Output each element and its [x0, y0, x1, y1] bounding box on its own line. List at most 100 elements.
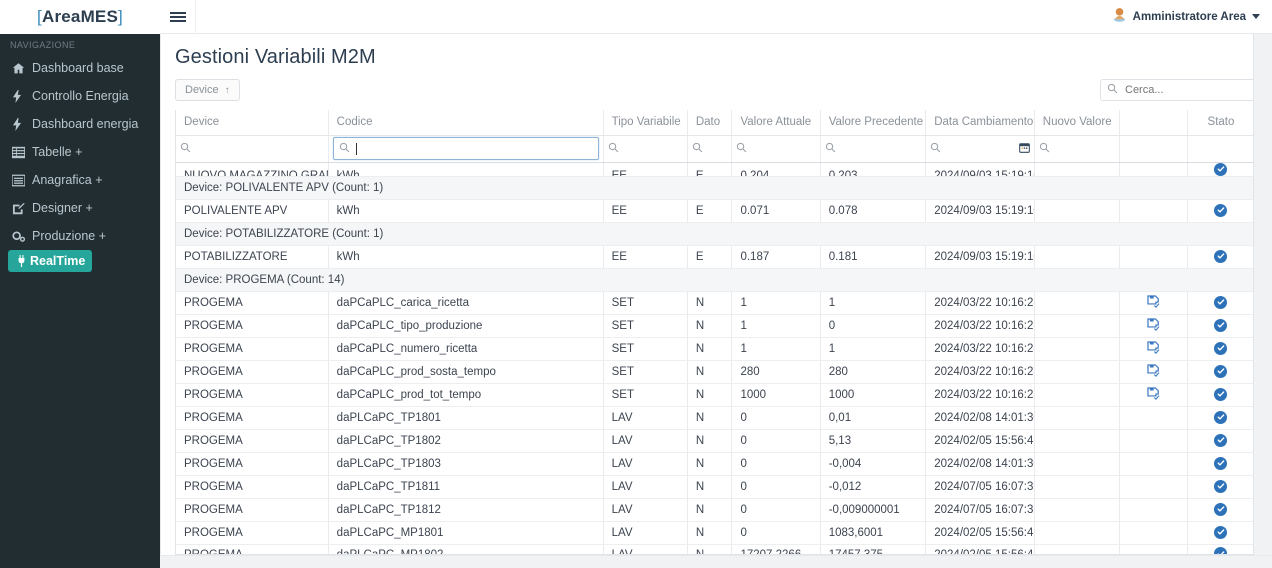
codice-cell: daPCaPLC_prod_sosta_tempo	[328, 360, 604, 384]
user-menu[interactable]: Amministratore Area	[1112, 7, 1272, 27]
stato-cell[interactable]	[1187, 521, 1253, 545]
filter-cell-nuovo-valore[interactable]	[1034, 135, 1121, 163]
column-header-valore-attuale[interactable]: Valore Attuale	[731, 110, 821, 136]
action-cell[interactable]	[1119, 544, 1188, 554]
table-row[interactable]: PROGEMA daPCaPLC_prod_tot_tempo SET N 1000 10…	[176, 383, 1253, 407]
action-cell[interactable]	[1119, 475, 1188, 499]
table-row[interactable]: PROGEMA daPLCaPC_TP1812 LAV N 0 -0,009000001 2…	[176, 498, 1253, 522]
table-row[interactable]: POLIVALENTE APV kWh EE E 0.071 0.078 2024/09/0…	[176, 199, 1253, 223]
stato-cell[interactable]	[1187, 314, 1253, 338]
valore-precedente-cell: -0,009000001	[820, 498, 927, 522]
sidebar-item-dashboard-energia[interactable]: Dashboard energia	[0, 110, 160, 138]
nuovo-valore-cell	[1034, 521, 1121, 545]
dato-cell: N	[687, 383, 733, 407]
action-cell[interactable]	[1119, 162, 1188, 177]
column-header-data-cambiamento[interactable]: Data Cambiamento	[925, 110, 1035, 136]
stato-cell[interactable]	[1187, 544, 1253, 554]
nuovo-valore-cell	[1034, 406, 1121, 430]
stato-cell[interactable]	[1187, 245, 1253, 269]
brand-logo[interactable]: [AreaMES]	[0, 0, 160, 34]
group-header-row[interactable]: Device: POLIVALENTE APV (Count: 1)	[176, 176, 1253, 200]
stato-cell[interactable]	[1187, 337, 1253, 361]
filter-cell-codice[interactable]	[328, 135, 604, 163]
column-header-stato[interactable]: Stato	[1187, 110, 1253, 136]
search-icon	[608, 142, 619, 156]
nuovo-valore-cell	[1034, 291, 1121, 315]
device-cell: PROGEMA	[176, 337, 329, 361]
action-cell[interactable]	[1119, 291, 1188, 315]
table-row[interactable]: PROGEMA daPLCaPC_TP1803 LAV N 0 -0,004 2024/02…	[176, 452, 1253, 476]
table-row[interactable]: PROGEMA daPCaPLC_carica_ricetta SET N 1 1 2024…	[176, 291, 1253, 315]
save-value-icon[interactable]	[1147, 340, 1160, 357]
table-row[interactable]: POTABILIZZATORE kWh EE E 0.187 0.181 2024/09/0…	[176, 245, 1253, 269]
stato-cell[interactable]	[1187, 452, 1253, 476]
status-ok-icon	[1214, 318, 1228, 332]
action-cell[interactable]	[1119, 498, 1188, 522]
filter-cell-valore-precedente[interactable]	[820, 135, 927, 163]
column-header-tipo-variabile[interactable]: Tipo Variabile	[603, 110, 688, 136]
filter-input-codice-focused[interactable]	[332, 137, 599, 160]
save-value-icon[interactable]	[1147, 317, 1160, 334]
action-cell[interactable]	[1119, 429, 1188, 453]
action-cell[interactable]	[1119, 245, 1188, 269]
save-value-icon[interactable]	[1147, 363, 1160, 380]
action-cell[interactable]	[1119, 406, 1188, 430]
sidebar-item-produzione[interactable]: Produzione +	[0, 222, 160, 250]
column-header-device[interactable]: Device	[176, 110, 329, 136]
filter-cell-device[interactable]	[176, 135, 329, 163]
hamburger-icon[interactable]	[160, 0, 196, 34]
sidebar-item-realtime[interactable]: RealTime	[8, 250, 92, 272]
column-header-actions	[1119, 110, 1188, 136]
stato-cell[interactable]	[1187, 360, 1253, 384]
save-value-icon[interactable]	[1147, 294, 1160, 311]
table-row[interactable]: PROGEMA daPLCaPC_TP1802 LAV N 0 5,13 2024/02/0…	[176, 429, 1253, 453]
column-header-valore-precedente[interactable]: Valore Precedente	[820, 110, 927, 136]
stato-cell[interactable]	[1187, 383, 1253, 407]
sort-chip-device[interactable]: Device ↑	[175, 79, 240, 101]
stato-cell[interactable]	[1187, 498, 1253, 522]
valore-precedente-cell: 0.181	[820, 245, 927, 269]
column-header-nuovo-valore[interactable]: Nuovo Valore	[1034, 110, 1121, 136]
codice-cell: daPLCaPC_MP1801	[328, 521, 604, 545]
sidebar-item-anagrafica[interactable]: Anagrafica +	[0, 166, 160, 194]
filter-cell-valore-attuale[interactable]	[731, 135, 821, 163]
filter-cell-data-cambiamento[interactable]	[925, 135, 1035, 163]
stato-cell[interactable]	[1187, 429, 1253, 453]
calendar-icon[interactable]	[1018, 142, 1030, 156]
group-header-row[interactable]: Device: POTABILIZZATORE (Count: 1)	[176, 222, 1253, 246]
group-header-row[interactable]: Device: PROGEMA (Count: 14)	[176, 268, 1253, 292]
action-cell[interactable]	[1119, 337, 1188, 361]
column-header-dato[interactable]: Dato	[687, 110, 733, 136]
global-search-box[interactable]	[1100, 79, 1258, 101]
table-row[interactable]: NUOVO MAGAZZINO GRANA kWh EE E 0.204 0.203 202…	[176, 162, 1253, 177]
stato-cell[interactable]	[1187, 406, 1253, 430]
table-row[interactable]: PROGEMA daPLCaPC_TP1811 LAV N 0 -0,012 2024/07…	[176, 475, 1253, 499]
filter-cell-tipo-variabile[interactable]	[603, 135, 688, 163]
device-cell: PROGEMA	[176, 429, 329, 453]
save-value-icon[interactable]	[1147, 386, 1160, 403]
stato-cell[interactable]	[1187, 291, 1253, 315]
gears-icon	[12, 230, 32, 243]
sidebar-item-controllo-energia[interactable]: Controllo Energia	[0, 82, 160, 110]
stato-cell[interactable]	[1187, 162, 1253, 177]
action-cell[interactable]	[1119, 521, 1188, 545]
column-header-codice[interactable]: Codice	[328, 110, 604, 136]
action-cell[interactable]	[1119, 383, 1188, 407]
action-cell[interactable]	[1119, 199, 1188, 223]
filter-cell-dato[interactable]	[687, 135, 733, 163]
table-row[interactable]: PROGEMA daPCaPLC_tipo_produzione SET N 1 0 202…	[176, 314, 1253, 338]
table-row[interactable]: PROGEMA daPCaPLC_numero_ricetta SET N 1 1 2024…	[176, 337, 1253, 361]
table-row[interactable]: PROGEMA daPLCaPC_TP1801 LAV N 0 0,01 2024/02/0…	[176, 406, 1253, 430]
table-row[interactable]: PROGEMA daPCaPLC_prod_sosta_tempo SET N 280 2…	[176, 360, 1253, 384]
sidebar-item-designer[interactable]: Designer +	[0, 194, 160, 222]
action-cell[interactable]	[1119, 360, 1188, 384]
sidebar-item-tabelle[interactable]: Tabelle +	[0, 138, 160, 166]
stato-cell[interactable]	[1187, 199, 1253, 223]
sidebar-item-dashboard-base[interactable]: Dashboard base	[0, 54, 160, 82]
action-cell[interactable]	[1119, 452, 1188, 476]
stato-cell[interactable]	[1187, 475, 1253, 499]
action-cell[interactable]	[1119, 314, 1188, 338]
global-search-input[interactable]	[1123, 83, 1251, 97]
table-row[interactable]: PROGEMA daPLCaPC_MP1802 LAV N 17207,2266 1745…	[176, 544, 1253, 554]
table-row[interactable]: PROGEMA daPLCaPC_MP1801 LAV N 0 1083,6001 2024…	[176, 521, 1253, 545]
